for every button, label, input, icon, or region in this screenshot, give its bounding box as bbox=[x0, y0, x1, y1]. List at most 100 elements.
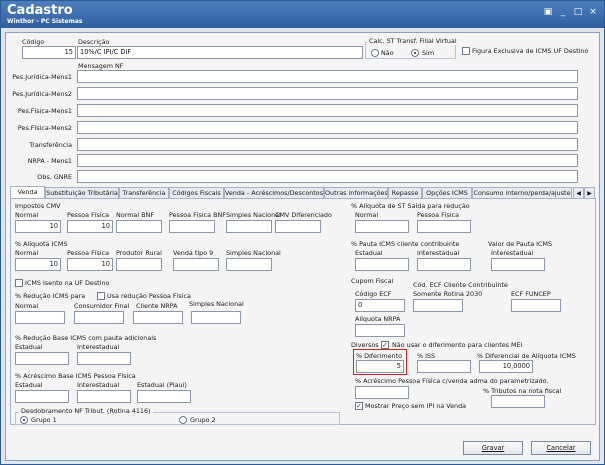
restore-icon[interactable]: ▣ bbox=[542, 6, 554, 18]
ab-interestadual-input[interactable] bbox=[77, 390, 131, 403]
cmv-pf-label: Pessoa Física bbox=[67, 211, 110, 219]
figura-exclusiva-checkbox[interactable] bbox=[462, 47, 470, 55]
msg-label-pj2: Pes.Jurídica-Mens2 bbox=[12, 90, 72, 98]
window-title: Cadastro bbox=[7, 3, 73, 18]
calc-st-label: Calc. ST Transf. Filial Virtual bbox=[367, 37, 459, 45]
nao-usar-diferimento-label: Não usar o diferimento para clientes MEI bbox=[392, 341, 523, 349]
codigo-ecf-input[interactable]: 0 bbox=[355, 299, 405, 312]
cmv-diferenciado-input[interactable] bbox=[275, 220, 321, 233]
impostos-cmv-title: Impostos CMV bbox=[15, 202, 61, 210]
ab-estadual-input[interactable] bbox=[15, 390, 69, 403]
close-icon[interactable]: × bbox=[587, 6, 599, 18]
radio-sim-label: Sim bbox=[422, 49, 435, 57]
red-normal-input[interactable] bbox=[15, 311, 65, 324]
msg-input-nrpa[interactable] bbox=[77, 154, 578, 167]
acrescimo-pf-input[interactable] bbox=[355, 386, 409, 399]
cod-ecf-cliente-label: Cód. ECF Cliente Contribuinte bbox=[413, 281, 508, 289]
cmv-diferenciado-label: CMV Diferenciado bbox=[275, 211, 332, 219]
aliq-simples-label: Simples Nacional bbox=[226, 249, 281, 257]
cmv-pf-input[interactable]: 10 bbox=[67, 220, 113, 233]
msg-label-transferencia: Transferência bbox=[29, 141, 72, 149]
aliq-normal-input[interactable]: 10 bbox=[15, 258, 61, 271]
window-subtitle: Winthor - PC Sistemas bbox=[7, 18, 83, 25]
aliq-tipo9-input[interactable] bbox=[173, 258, 219, 271]
diversos-title: Diversos bbox=[351, 341, 379, 349]
usa-reducao-pf-checkbox[interactable] bbox=[97, 292, 105, 300]
diferimento-input[interactable]: 5 bbox=[356, 360, 404, 373]
minimize-icon[interactable]: _ bbox=[557, 6, 569, 18]
rbp-estadual-input[interactable] bbox=[15, 352, 69, 365]
cmv-pf-bnf-label: Pessoa Física BNF bbox=[169, 211, 226, 219]
ab-estadual-label: Estadual bbox=[15, 381, 43, 389]
st-normal-label: Normal bbox=[355, 211, 379, 219]
msg-input-transferencia[interactable] bbox=[77, 138, 578, 151]
mostrar-preco-label: Mostrar Preço sem IPI na Venda bbox=[365, 402, 467, 410]
ecf-funcep-input[interactable] bbox=[511, 299, 561, 312]
aliquota-st-title: % Alíquota de ST Saída para redução bbox=[351, 202, 470, 210]
st-normal-input[interactable] bbox=[355, 220, 409, 233]
cmv-pf-bnf-input[interactable] bbox=[169, 220, 215, 233]
cmv-normal-label: Normal bbox=[15, 211, 39, 219]
cmv-simples-label: Simples Nacional bbox=[226, 211, 281, 219]
ecf-funcep-label: ECF FUNCEP bbox=[511, 290, 551, 298]
grupo1-radio[interactable] bbox=[20, 416, 28, 424]
msg-input-pf2[interactable] bbox=[77, 121, 578, 134]
cmv-normal-bnf-label: Normal BNF bbox=[116, 211, 154, 219]
valor-pauta-input[interactable] bbox=[491, 258, 545, 271]
icms-isento-label: ICMS Isento na UF Destino bbox=[25, 279, 110, 287]
grupo2-radio[interactable] bbox=[179, 416, 187, 424]
valor-pauta-label: Interestadual bbox=[491, 249, 534, 257]
descricao-input[interactable]: 10%/C IPI/C DIF bbox=[77, 46, 363, 59]
mostrar-preco-checkbox[interactable]: ✓ bbox=[355, 402, 363, 410]
rbp-interestadual-label: Interestadual bbox=[77, 343, 120, 351]
codigo-input[interactable]: 15 bbox=[22, 46, 76, 59]
rbp-interestadual-input[interactable] bbox=[77, 352, 131, 365]
msg-input-gnre[interactable] bbox=[77, 170, 578, 183]
msg-label-pf2: Pes.Física-Mens2 bbox=[17, 124, 72, 132]
gravar-button-label: Gravar bbox=[481, 444, 505, 452]
tributos-label: % Tributos na nota fiscal bbox=[483, 387, 562, 395]
figura-exclusiva-label: Figura Exclusiva de ICMS UF Destino bbox=[472, 47, 589, 55]
red-nrpa-label: Cliente NRPA bbox=[136, 302, 178, 310]
gravar-button[interactable]: Gravar bbox=[463, 441, 523, 455]
aliq-pf-label: Pessoa Física bbox=[67, 249, 110, 257]
cancelar-button[interactable]: Cancelar bbox=[531, 441, 591, 455]
cancelar-button-label: Cancelar bbox=[546, 444, 576, 452]
msg-input-pj2[interactable] bbox=[77, 87, 578, 100]
radio-sim[interactable] bbox=[411, 49, 419, 57]
cmv-normal-bnf-input[interactable] bbox=[116, 220, 162, 233]
diferencial-input[interactable]: 10,0000 bbox=[479, 360, 533, 373]
pauta-estadual-input[interactable] bbox=[355, 258, 409, 271]
cmv-simples-input[interactable] bbox=[226, 220, 272, 233]
icms-isento-checkbox[interactable] bbox=[15, 279, 23, 287]
ab-piaui-input[interactable] bbox=[137, 390, 191, 403]
mensagem-nf-label: Mensagem NF bbox=[78, 62, 124, 70]
msg-input-pj1[interactable] bbox=[77, 70, 578, 83]
maximize-icon[interactable]: □ bbox=[572, 6, 584, 18]
st-pf-input[interactable] bbox=[417, 220, 471, 233]
nao-usar-diferimento-checkbox[interactable]: ✓ bbox=[381, 341, 389, 349]
pauta-interestadual-input[interactable] bbox=[417, 258, 471, 271]
radio-nao-label: Não bbox=[381, 49, 394, 57]
aliquota-nrpa-input[interactable] bbox=[355, 324, 405, 337]
iss-input[interactable] bbox=[417, 360, 471, 373]
title-bar: Cadastro Winthor - PC Sistemas ▣ _ □ × bbox=[1, 1, 604, 28]
cmv-normal-input[interactable]: 10 bbox=[15, 220, 61, 233]
red-nrpa-input[interactable] bbox=[133, 311, 183, 324]
aliq-pf-input[interactable]: 10 bbox=[67, 258, 113, 271]
radio-nao[interactable] bbox=[371, 49, 379, 57]
reducao-base-title: % Redução Base ICMS com pauta adicionais bbox=[15, 334, 157, 342]
pauta-icms-title: % Pauta ICMS cliente contribuinte bbox=[351, 240, 460, 248]
cadastro-window: Cadastro Winthor - PC Sistemas ▣ _ □ × C… bbox=[0, 0, 605, 465]
acrescimo-base-title: % Acréscimo Base ICMS Pessoa Física bbox=[15, 372, 136, 380]
aliq-produtor-input[interactable] bbox=[116, 258, 162, 271]
tributos-input[interactable] bbox=[491, 395, 545, 408]
cod-ecf-cliente-input[interactable] bbox=[413, 299, 463, 312]
st-pf-label: Pessoa Física bbox=[417, 211, 460, 219]
rbp-estadual-label: Estadual bbox=[15, 343, 43, 351]
aliq-simples-input[interactable] bbox=[226, 258, 272, 271]
red-consumidor-input[interactable] bbox=[74, 311, 124, 324]
red-simples-input[interactable] bbox=[191, 311, 241, 324]
msg-input-pf1[interactable] bbox=[77, 104, 578, 117]
diferencial-label: % Diferencial de Alíquota ICMS bbox=[477, 352, 576, 360]
